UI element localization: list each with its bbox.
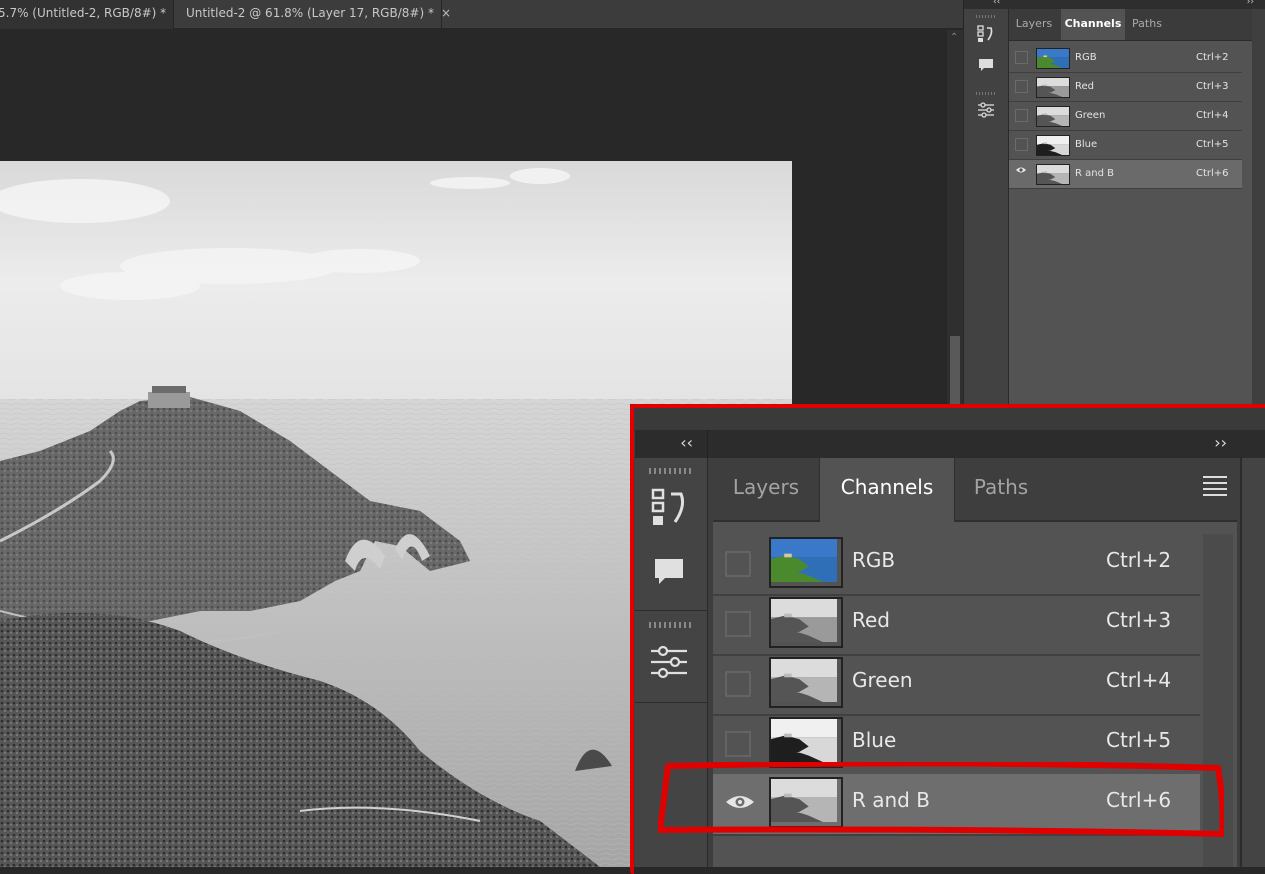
channel-row[interactable]: Red Ctrl+3: [713, 594, 1200, 656]
collapse-right-icon[interactable]: ››: [1247, 0, 1254, 7]
panel-tab-bar: Layers Channels Paths ≡: [1009, 9, 1265, 41]
dock-toolstrip: [964, 9, 1009, 410]
channel-thumbnail: [769, 597, 843, 648]
separator: [635, 610, 707, 611]
channel-row[interactable]: R and B Ctrl+6: [1009, 160, 1242, 189]
channel-name: R and B: [1075, 168, 1114, 179]
history-icon[interactable]: [964, 25, 1008, 47]
channel-thumbnail: [769, 717, 843, 768]
close-icon[interactable]: ×: [173, 6, 174, 20]
channel-name: Blue: [852, 728, 897, 752]
grip-handle[interactable]: [976, 92, 996, 95]
channel-shortcut: Ctrl+3: [1106, 608, 1172, 632]
channel-thumbnail: [1036, 48, 1070, 69]
grip-handle[interactable]: [649, 468, 691, 474]
channel-shortcut: Ctrl+6: [1106, 788, 1172, 812]
collapse-right-icon[interactable]: ››: [1214, 433, 1227, 452]
channel-row[interactable]: Green Ctrl+4: [1009, 102, 1242, 131]
adjacent-panel-edge: [1240, 458, 1265, 867]
channel-shortcut: Ctrl+5: [1196, 139, 1229, 150]
close-icon[interactable]: ×: [441, 6, 451, 20]
grip-handle[interactable]: [976, 15, 996, 18]
canvas-vertical-scrollbar[interactable]: ⌃: [947, 30, 963, 410]
channel-shortcut: Ctrl+2: [1106, 548, 1172, 572]
channels-panel-zoomed: ‹‹ ›› Layers Channels Paths RGB Ctrl+2 Red…: [630, 404, 1265, 867]
visibility-toggle[interactable]: [1015, 51, 1028, 64]
sliders-icon[interactable]: [964, 101, 1008, 123]
channel-row[interactable]: Blue Ctrl+5: [713, 714, 1200, 776]
document-tab-2[interactable]: Untitled-2 @ 61.8% (Layer 17, RGB/8#) * ×: [177, 0, 451, 29]
grip-handle[interactable]: [649, 622, 691, 628]
zoomed-title-bar: [630, 404, 1265, 430]
channel-thumbnail: [769, 537, 843, 588]
channel-shortcut: Ctrl+2: [1196, 52, 1229, 63]
history-icon[interactable]: [651, 488, 689, 532]
panel-scrollbar[interactable]: [1203, 534, 1233, 867]
comment-icon[interactable]: [653, 556, 685, 592]
panel-menu-icon[interactable]: [1203, 476, 1227, 500]
panel-scrollbar[interactable]: [1252, 9, 1265, 410]
collapse-left-icon[interactable]: ‹‹: [680, 433, 693, 452]
channel-name: Green: [852, 668, 913, 692]
channel-thumbnail: [769, 777, 843, 828]
zoomed-panel-body: Layers Channels Paths RGB Ctrl+2 Red Ctrl+3…: [713, 458, 1237, 867]
channel-name: Red: [852, 608, 890, 632]
channel-name: Blue: [1075, 139, 1098, 150]
visibility-toggle[interactable]: [1015, 80, 1028, 93]
visibility-toggle[interactable]: [725, 611, 751, 637]
channel-row[interactable]: Blue Ctrl+5: [1009, 131, 1242, 160]
document-tab-2-label: Untitled-2 @ 61.8% (Layer 17, RGB/8#) *: [186, 6, 434, 20]
channel-row[interactable]: Red Ctrl+3: [1009, 73, 1242, 102]
document-tab-1-label: 5.7% (Untitled-2, RGB/8#) *: [0, 6, 167, 20]
channel-name: RGB: [852, 548, 896, 572]
channel-row[interactable]: Green Ctrl+4: [713, 654, 1200, 716]
channel-name: Red: [1075, 81, 1094, 92]
tab-channels[interactable]: Channels: [1061, 9, 1125, 40]
collapse-left-icon[interactable]: ‹‹: [993, 0, 1000, 7]
channel-thumbnail: [1036, 106, 1070, 127]
tab-layers[interactable]: Layers: [1014, 9, 1054, 40]
channel-thumbnail: [1036, 164, 1070, 185]
channel-shortcut: Ctrl+6: [1196, 168, 1229, 179]
visibility-toggle[interactable]: [725, 551, 751, 577]
channel-thumbnail: [769, 657, 843, 708]
channel-shortcut: Ctrl+4: [1106, 668, 1172, 692]
separator: [635, 702, 707, 703]
channel-row[interactable]: RGB Ctrl+2: [713, 534, 1200, 596]
zoomed-toolstrip: [635, 458, 708, 867]
comment-icon[interactable]: [964, 57, 1008, 77]
eye-icon[interactable]: [725, 791, 754, 817]
visibility-toggle[interactable]: [725, 671, 751, 697]
panel-tab-bar: Layers Channels Paths: [713, 458, 1237, 522]
tab-channels[interactable]: Channels: [819, 458, 955, 522]
visibility-toggle[interactable]: [1015, 109, 1028, 122]
channel-row[interactable]: RGB Ctrl+2: [1009, 44, 1242, 73]
channel-name: Green: [1075, 110, 1106, 121]
scrollbar-thumb[interactable]: [950, 336, 960, 406]
chevron-up-icon[interactable]: ⌃: [950, 32, 958, 43]
document-tab-1[interactable]: 5.7% (Untitled-2, RGB/8#) * ×: [0, 0, 174, 29]
tab-layers[interactable]: Layers: [713, 458, 819, 520]
channel-shortcut: Ctrl+5: [1106, 728, 1172, 752]
eye-icon[interactable]: [1015, 165, 1026, 176]
tab-paths[interactable]: Paths: [953, 458, 1049, 520]
visibility-toggle[interactable]: [725, 731, 751, 757]
channel-name: R and B: [852, 788, 930, 812]
dock-collapse-strip: ‹‹ ››: [964, 0, 1265, 9]
zoomed-collapse-bar: ‹‹ ››: [635, 430, 1265, 458]
zoomed-collapse-left: ‹‹: [635, 430, 708, 458]
tab-paths[interactable]: Paths: [1127, 9, 1167, 40]
document-tab-bar: 5.7% (Untitled-2, RGB/8#) * × Untitled-2 …: [0, 0, 963, 29]
channel-shortcut: Ctrl+4: [1196, 110, 1229, 121]
channel-thumbnail: [1036, 135, 1070, 156]
visibility-toggle[interactable]: [1015, 138, 1028, 151]
channel-thumbnail: [1036, 77, 1070, 98]
channels-panel-small: Layers Channels Paths ≡ RGB Ctrl+2 Red Ctrl…: [1009, 9, 1265, 410]
channel-name: RGB: [1075, 52, 1097, 63]
panel-dock: ‹‹ ›› Layers Channels Paths ≡ RGBCtrl+2R…: [963, 0, 1265, 410]
sliders-icon[interactable]: [650, 644, 688, 684]
channel-shortcut: Ctrl+3: [1196, 81, 1229, 92]
channel-row[interactable]: R and B Ctrl+6: [713, 774, 1200, 836]
